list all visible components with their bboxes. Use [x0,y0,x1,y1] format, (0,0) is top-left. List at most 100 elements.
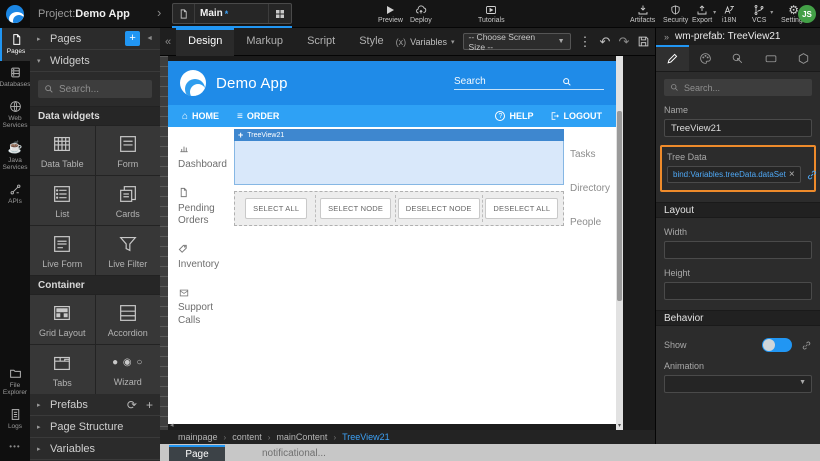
rail-item-databases[interactable]: Databases [0,61,30,94]
treeview-widget-body[interactable] [234,141,564,185]
tab-device[interactable] [754,45,787,71]
rail-item-file-explorer[interactable]: File Explorer [0,362,30,403]
select-node-button[interactable]: SELECT NODE [320,198,391,219]
scroll-left-arrow-icon[interactable]: ◂ [170,421,174,429]
i18n-button[interactable]: i18N [722,3,736,24]
widget-tile-accordion[interactable]: Accordion [96,295,161,344]
refresh-prefabs-icon[interactable]: ⟳ [127,398,137,412]
animation-select[interactable] [664,375,812,393]
app-search-field[interactable]: Search [454,76,604,90]
left-nav-pending-orders[interactable]: Pending Orders [178,187,224,228]
tab-design[interactable]: Design [176,28,234,56]
deploy-button[interactable]: Deploy [410,3,432,24]
nav-order[interactable]: ≡ ORDER [237,111,279,122]
property-search[interactable] [664,79,812,96]
breadcrumb-item-treeview21[interactable]: TreeView21 [342,432,390,442]
vcs-button[interactable]: ▾ VCS [752,3,766,24]
scrollbar-thumb[interactable] [617,111,622,301]
redo-icon[interactable]: ↷ [618,34,629,50]
tab-security[interactable] [787,45,820,71]
page-structure-section-row[interactable]: ▸ Page Structure [30,416,160,438]
widgets-section-row[interactable]: ▾ Widgets [30,50,160,72]
app-search-icon[interactable] [529,77,604,87]
prefabs-section-row[interactable]: ▸ Prefabs ⟳ + [30,394,160,416]
tab-search-properties[interactable] [722,45,755,71]
nav-logout[interactable]: LOGOUT [550,111,603,121]
add-page-button[interactable]: + [125,31,140,46]
undo-icon[interactable]: ↶ [600,34,611,50]
collapse-left-panel-icon[interactable]: « [160,36,176,48]
widget-tile-wizard[interactable]: ● ◉ ○ Wizard [96,345,161,394]
move-handle-icon[interactable]: + [238,130,243,140]
show-toggle[interactable] [762,338,792,352]
left-nav-support-calls[interactable]: Support Calls [178,288,224,328]
select-all-button[interactable]: SELECT ALL [245,198,307,219]
tree-data-input[interactable]: bind:Variables.treeData.dataSet × [667,166,801,183]
export-button[interactable]: ▾ Export [692,3,712,24]
nav-home[interactable]: ⌂ HOME [182,111,219,122]
add-prefab-icon[interactable]: + [146,398,153,412]
page-selector[interactable]: Main * [172,3,292,24]
security-button[interactable]: Security [663,3,688,24]
kebab-menu-icon[interactable]: ⋮ [579,34,592,50]
rail-more-button[interactable]: ••• [0,436,30,461]
clear-bind-icon[interactable]: × [789,169,795,180]
variables-section-row[interactable]: ▸ Variables [30,438,160,460]
canvas-vertical-scrollbar[interactable]: ▾ [616,56,623,430]
wavemaker-logo[interactable] [0,0,30,28]
pages-section-row[interactable]: ▸ Pages + ◄ [30,28,160,50]
widget-tile-list[interactable]: List [30,176,95,225]
width-input[interactable] [664,241,812,259]
widget-search[interactable] [38,80,152,98]
tab-style[interactable]: Style [347,28,395,56]
rail-item-pages[interactable]: Pages [0,28,30,61]
screen-size-select[interactable]: -- Choose Screen Size -- ▼ [463,33,571,50]
breadcrumb-item-maincontent[interactable]: mainContent [276,432,327,442]
scroll-down-arrow-icon[interactable]: ▾ [616,422,623,429]
widget-tile-live-filter[interactable]: Live Filter [96,226,161,275]
variables-dropdown[interactable]: (x) Variables ▾ [396,37,455,47]
expand-panel-icon[interactable]: » [664,32,669,42]
left-nav-inventory[interactable]: Inventory [178,244,224,272]
collapse-panel-icon[interactable]: ◄ [146,35,153,42]
tab-styles[interactable] [689,45,722,71]
rail-item-apis[interactable]: APIs [0,178,30,211]
tab-properties[interactable] [656,45,689,71]
rail-item-java-services[interactable]: ☕ Java Services [0,136,30,178]
right-nav-people[interactable]: People [570,217,616,228]
app-navbar: ⌂ HOME ≡ ORDER ? HELP LOGOUT [168,105,616,127]
artifacts-button[interactable]: Artifacts [630,3,655,24]
tab-script[interactable]: Script [295,28,347,56]
rail-item-web-services[interactable]: Web Services [0,95,30,136]
widget-search-input[interactable] [59,84,146,95]
right-nav-directory[interactable]: Directory [570,183,616,194]
user-avatar[interactable]: JS [798,5,816,23]
deselect-node-button[interactable]: DESELECT NODE [398,198,480,219]
widget-tile-grid-layout[interactable]: Grid Layout [30,295,95,344]
tutorials-button[interactable]: Tutorials [478,3,505,24]
widget-tile-cards[interactable]: Cards [96,176,161,225]
status-page-tab[interactable]: Page [169,445,225,461]
widget-tile-data-table[interactable]: Data Table [30,126,95,175]
bind-link-icon[interactable] [806,169,818,181]
rail-item-logs[interactable]: Logs [0,403,30,436]
height-input[interactable] [664,282,812,300]
widget-tile-live-form[interactable]: Live Form [30,226,95,275]
left-nav-dashboard[interactable]: Dashboard [178,143,224,171]
treeview-widget-selection-bar[interactable]: + TreeView21 [234,129,564,141]
nav-help[interactable]: ? HELP [495,111,533,121]
save-icon[interactable] [637,35,650,48]
preview-button[interactable]: Preview [378,3,403,24]
breadcrumb-item-mainpage[interactable]: mainpage [178,432,218,442]
logs-icon [9,408,22,421]
widget-tile-form[interactable]: Form [96,126,161,175]
breadcrumb-item-content[interactable]: content [232,432,262,442]
page-grid-icon[interactable] [268,4,291,23]
tab-markup[interactable]: Markup [234,28,295,56]
right-nav-tasks[interactable]: Tasks [570,149,616,160]
property-search-input[interactable] [684,83,806,93]
show-bind-link-icon[interactable] [801,340,812,351]
name-input[interactable] [664,119,812,137]
widget-tile-tabs[interactable]: Tabs [30,345,95,394]
deselect-all-button[interactable]: DESELECT ALL [485,198,558,219]
